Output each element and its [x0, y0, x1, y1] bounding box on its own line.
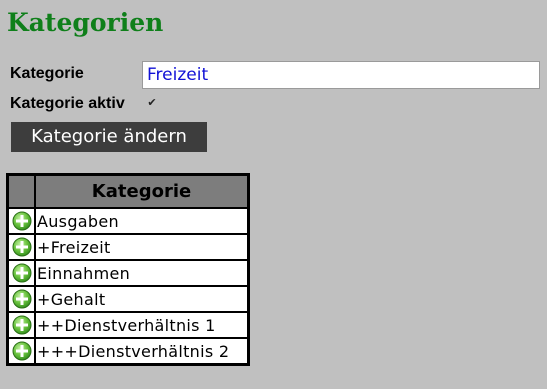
list-item-label: +Gehalt [34, 285, 250, 313]
table-row: Einnahmen [6, 259, 250, 287]
kategorie-aktiv-checkbox[interactable]: ✔ [146, 97, 158, 109]
list-item-label: +Freizeit [34, 233, 250, 261]
table-header-row: Kategorie [6, 173, 250, 209]
table-row: +Gehalt [6, 285, 250, 313]
add-icon[interactable] [12, 341, 32, 361]
add-icon[interactable] [12, 289, 32, 309]
add-icon[interactable] [12, 263, 32, 283]
kategorie-aktiv-label: Kategorie aktiv [10, 95, 125, 112]
kategorie-label: Kategorie [10, 65, 84, 82]
kategorie-aendern-button[interactable]: Kategorie ändern [11, 122, 207, 152]
kategorie-column-header: Kategorie [34, 173, 250, 209]
add-icon[interactable] [12, 211, 32, 231]
table-row: +++Dienstverhältnis 2 [6, 337, 250, 366]
add-icon[interactable] [12, 315, 32, 335]
list-item-label: +++Dienstverhältnis 2 [34, 337, 250, 366]
kategorie-input[interactable] [142, 61, 540, 89]
page-title: Kategorien [7, 8, 164, 37]
icon-column-header [6, 173, 36, 209]
list-item-label: ++Dienstverhältnis 1 [34, 311, 250, 339]
list-item-label: Ausgaben [34, 207, 250, 235]
table-row: Ausgaben [6, 207, 250, 235]
table-row: +Freizeit [6, 233, 250, 261]
add-icon[interactable] [12, 237, 32, 257]
list-item-label: Einnahmen [34, 259, 250, 287]
table-row: ++Dienstverhältnis 1 [6, 311, 250, 339]
kategorie-table: Kategorie Ausgaben +Freizeit Einnahmen +… [6, 173, 250, 366]
